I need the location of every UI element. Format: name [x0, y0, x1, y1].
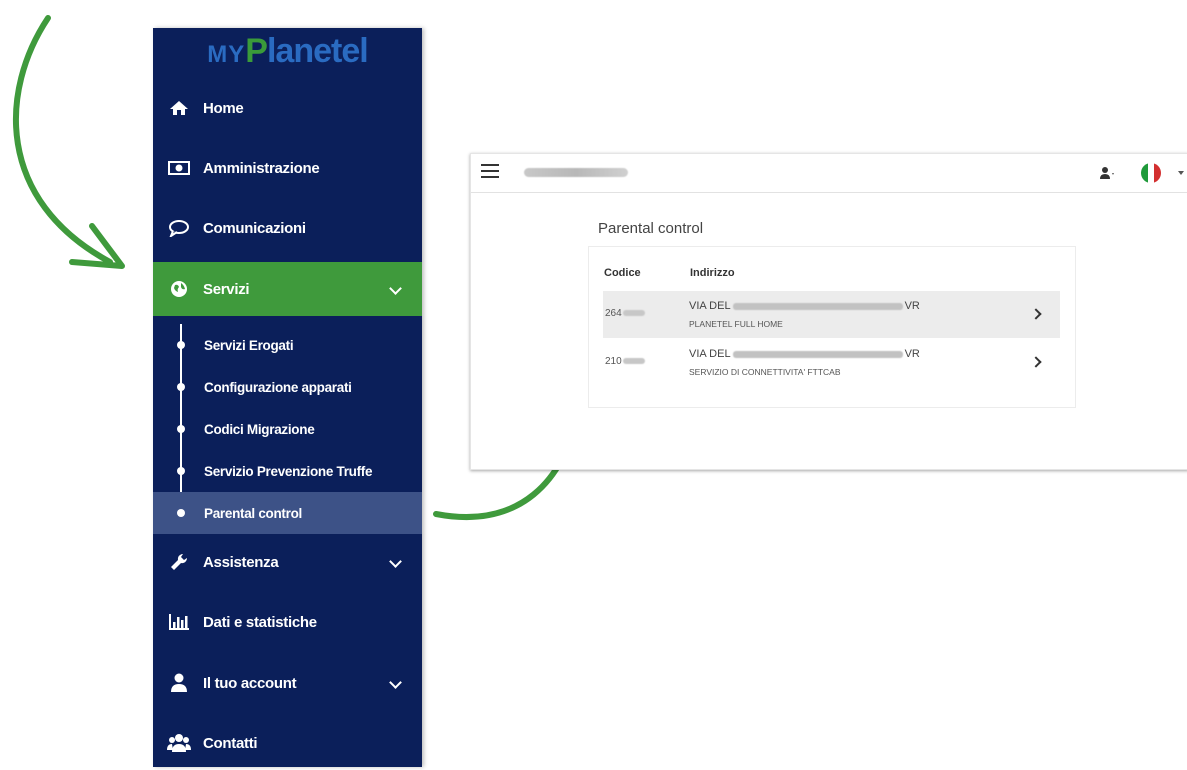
italian-flag-icon[interactable]: [1141, 163, 1161, 183]
submenu-item-label: Servizio Prevenzione Truffe: [204, 463, 373, 479]
chevron-down-icon: [389, 555, 402, 568]
services-table: Codice Indirizzo 264 VIA DEL VR PLANETEL …: [588, 246, 1076, 408]
sidebar-item-comunicazioni[interactable]: Comunicazioni: [153, 201, 422, 255]
sidebar-item-servizi[interactable]: Servizi: [153, 262, 422, 316]
submenu-item-label: Parental control: [204, 505, 302, 521]
parental-control-panel: Parental control Codice Indirizzo 264 VI…: [470, 153, 1187, 470]
sidebar-item-home[interactable]: Home: [153, 81, 422, 135]
table-row[interactable]: 264 VIA DEL VR PLANETEL FULL HOME: [603, 291, 1060, 338]
bullet-dot: [177, 467, 185, 475]
breadcrumb-redacted: [524, 168, 628, 177]
myplanetel-logo[interactable]: MYPlanetel: [153, 32, 422, 78]
sidebar-item-label: Comunicazioni: [203, 219, 306, 237]
bar-chart-icon: [167, 612, 191, 632]
chevron-right-icon: [1030, 308, 1042, 320]
sidebar-item-assistenza[interactable]: Assistenza: [153, 535, 422, 589]
sidebar-item-il-tuo-account[interactable]: Il tuo account: [153, 656, 422, 710]
row-address: VIA DEL VR: [689, 300, 920, 312]
row-service: PLANETEL FULL HOME: [689, 319, 783, 329]
submenu-item-parental-control[interactable]: Parental control: [153, 492, 422, 534]
logo-my: MY: [207, 41, 246, 68]
bullet-dot: [177, 383, 185, 391]
users-icon: [167, 733, 191, 753]
sidebar-item-dati-statistiche[interactable]: Dati e statistiche: [153, 595, 422, 649]
top-bar: [471, 154, 1187, 193]
language-caret-icon: [1178, 171, 1184, 175]
user-menu-icon[interactable]: [1099, 166, 1115, 180]
logo-planetel: Planetel: [245, 32, 368, 70]
globe-icon: [167, 279, 191, 299]
sidebar-item-label: Assistenza: [203, 553, 279, 571]
sidebar-item-contatti[interactable]: Contatti: [153, 716, 422, 770]
submenu-item-configurazione-apparati[interactable]: Configurazione apparati: [153, 366, 422, 408]
home-icon: [167, 98, 191, 118]
wrench-icon: [167, 552, 191, 572]
bullet-dot: [177, 425, 185, 433]
submenu-item-codici-migrazione[interactable]: Codici Migrazione: [153, 408, 422, 450]
sidebar-item-label: Dati e statistiche: [203, 613, 317, 631]
column-header-codice: Codice: [604, 267, 641, 279]
hamburger-menu-icon[interactable]: [481, 164, 499, 178]
sidebar: MYPlanetel Home Amministrazione Comunica…: [153, 28, 422, 767]
submenu-item-servizi-erogati[interactable]: Servizi Erogati: [153, 324, 422, 366]
column-header-indirizzo: Indirizzo: [690, 267, 735, 279]
chevron-right-icon: [1030, 356, 1042, 368]
row-code: 210: [605, 356, 645, 367]
row-code: 264: [605, 308, 645, 319]
submenu-item-label: Codici Migrazione: [204, 421, 315, 437]
page-title: Parental control: [598, 220, 704, 237]
sidebar-item-label: Amministrazione: [203, 159, 320, 177]
submenu-item-servizio-prevenzione-truffe[interactable]: Servizio Prevenzione Truffe: [153, 450, 422, 492]
chevron-down-icon: [389, 282, 402, 295]
table-row[interactable]: 210 VIA DEL VR SERVIZIO DI CONNETTIVITA' …: [603, 339, 1060, 386]
sidebar-item-label: Home: [203, 99, 244, 117]
bullet-dot: [177, 341, 185, 349]
sidebar-item-amministrazione[interactable]: Amministrazione: [153, 141, 422, 195]
chevron-down-icon: [389, 676, 402, 689]
sidebar-item-label: Servizi: [203, 280, 250, 298]
speech-bubble-icon: [167, 218, 191, 238]
bullet-dot: [177, 509, 185, 517]
submenu-item-label: Servizi Erogati: [204, 337, 294, 353]
user-icon: [167, 673, 191, 693]
row-address: VIA DEL VR: [689, 348, 920, 360]
sidebar-item-label: Il tuo account: [203, 674, 297, 692]
money-icon: [167, 158, 191, 178]
submenu-item-label: Configurazione apparati: [204, 379, 352, 395]
row-service: SERVIZIO DI CONNETTIVITA' FTTCAB: [689, 367, 841, 377]
sidebar-item-label: Contatti: [203, 734, 258, 752]
